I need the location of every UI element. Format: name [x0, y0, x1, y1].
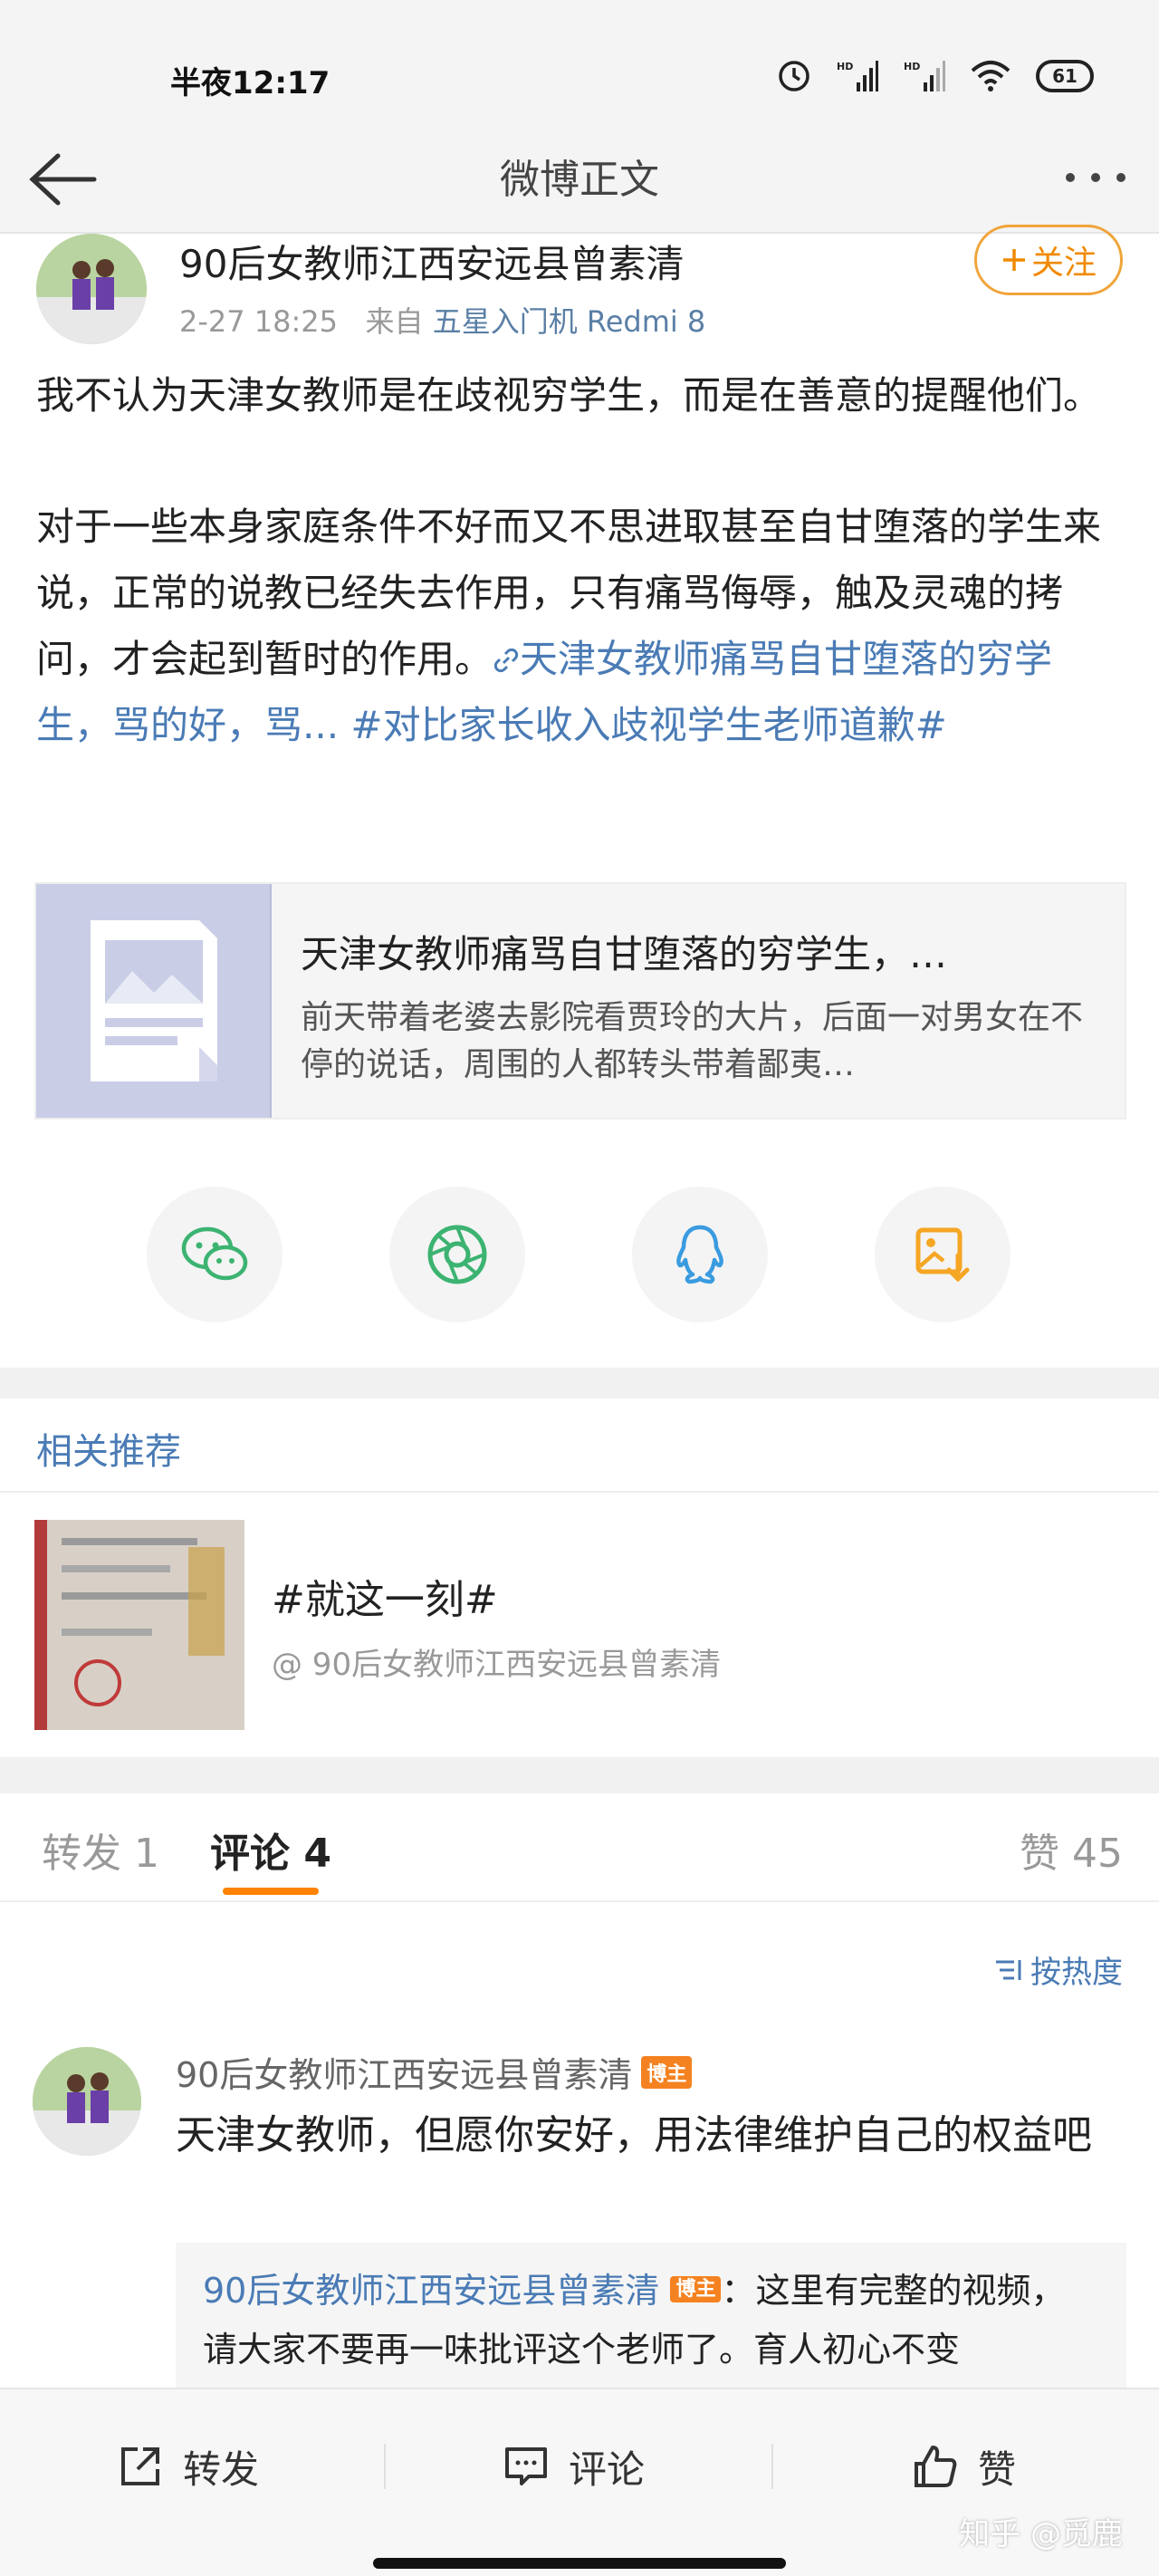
watermark: 知乎 @觅鹿: [959, 2516, 1123, 2552]
author-row: 90后女教师江西安远县曾素清 2-27 18:25 来自 五星入门机 Redmi…: [0, 225, 1159, 351]
wifi-icon: [971, 58, 1011, 94]
link-card[interactable]: 天津女教师痛骂自甘堕落的穷学生，… 前天带着老婆去影院看贾玲的大片，后面一对男女…: [34, 882, 1126, 1120]
link-card-title: 天津女教师痛骂自甘堕落的穷学生，…: [301, 932, 948, 976]
document-icon: [36, 884, 272, 1118]
like-label: 赞: [978, 2446, 1017, 2492]
comment-label: 评论: [569, 2446, 646, 2492]
link-card-description: 前天带着老婆去影院看贾玲的大片，后面一对男女在不停的说话，周围的人都转头带着鄙夷…: [301, 999, 1084, 1083]
post-paragraph: 我不认为天津女教师是在歧视穷学生，而是在善意的提醒他们。: [36, 373, 1102, 418]
sort-label: 按热度: [1030, 1955, 1123, 1991]
status-bar: 半夜12:17 HD HD 61: [0, 0, 1159, 127]
section-divider: [0, 1757, 1159, 1793]
follow-label: 关注: [1030, 245, 1097, 282]
comment-button[interactable]: 评论: [503, 2435, 645, 2498]
divider: [0, 1491, 1159, 1493]
wechat-icon[interactable]: [147, 1187, 283, 1322]
related-author: @ 90后女教师江西安远县曾素清: [272, 1647, 722, 1683]
repost-label: 转发: [183, 2446, 260, 2492]
post-from-label: 来自: [365, 304, 424, 339]
reply-box[interactable]: 90后女教师江西安远县曾素清 博主 ：这里有完整的视频，请大家不要再一味批评这个老…: [176, 2243, 1126, 2402]
post-source[interactable]: 五星入门机 Redmi 8: [433, 304, 706, 339]
divider: [384, 2444, 386, 2489]
qq-icon[interactable]: [632, 1187, 768, 1322]
section-divider: [0, 1368, 1159, 1399]
sort-button[interactable]: 按热度: [994, 1947, 1123, 1992]
save-image-icon[interactable]: [875, 1187, 1011, 1322]
related-thumbnail[interactable]: [34, 1520, 244, 1730]
sort-icon: [996, 1959, 1021, 1980]
post-paragraph: 对于一些本身家庭条件不好而又不思进取甚至自甘堕落的学生来说，正常的说教已经失去作…: [36, 494, 1123, 758]
tab-comment[interactable]: 评论 4: [210, 1821, 331, 1879]
avatar[interactable]: [36, 234, 147, 344]
bottom-bar: 转发 评论 赞 知乎 @觅鹿: [0, 2388, 1159, 2576]
share-row: [0, 1187, 1159, 1322]
author-badge: 博主: [670, 2275, 722, 2302]
comment-author[interactable]: 90后女教师江西安远县曾素清 博主: [176, 2047, 693, 2097]
moments-icon[interactable]: [389, 1187, 525, 1322]
related-title[interactable]: #就这一刻#: [272, 1567, 498, 1625]
tabs: 转发 1 评论 4 赞 45: [0, 1793, 1159, 1902]
svg-text:HD: HD: [837, 61, 853, 72]
battery-icon: 61: [1036, 60, 1094, 92]
alarm-icon: [777, 58, 811, 94]
tab-underline: [223, 1888, 319, 1895]
author-name[interactable]: 90后女教师江西安远县曾素清: [179, 234, 684, 289]
divider: [771, 2444, 773, 2489]
plus-icon: [1002, 249, 1025, 271]
more-dots-icon[interactable]: [1059, 159, 1132, 196]
repost-icon: [121, 2447, 159, 2485]
related-header: 相关推荐: [36, 1431, 181, 1473]
home-indicator[interactable]: [373, 2558, 786, 2569]
status-time: 半夜12:17: [170, 65, 330, 101]
like-button[interactable]: 赞: [913, 2435, 1016, 2498]
comment-text: 天津女教师，但愿你安好，用法律维护自己的权益吧: [176, 2112, 1092, 2158]
svg-text:HD: HD: [904, 61, 920, 72]
tab-like[interactable]: 赞 45: [1020, 1821, 1123, 1879]
link-icon: [493, 648, 519, 673]
avatar[interactable]: [33, 2047, 141, 2156]
tab-repost[interactable]: 转发 1: [42, 1821, 159, 1879]
follow-button[interactable]: 关注: [974, 225, 1123, 295]
post-meta: 2-27 18:25 来自 五星入门机 Redmi 8: [179, 299, 705, 341]
author-badge: 博主: [641, 2055, 693, 2089]
comment-icon: [505, 2447, 547, 2485]
post-body: 我不认为天津女教师是在歧视穷学生，而是在善意的提醒他们。 对于一些本身家庭条件不…: [36, 362, 1123, 758]
signal-hd-icon: HD: [837, 58, 878, 94]
thumbs-up-icon: [915, 2446, 957, 2487]
post-time: 2-27 18:25: [179, 304, 339, 339]
nav-bar: 微博正文: [0, 127, 1159, 234]
comment-author-name: 90后女教师江西安远县曾素清: [176, 2055, 633, 2095]
signal-hd-icon: HD: [904, 58, 945, 94]
reply-author-name[interactable]: 90后女教师江西安远县曾素清: [203, 2271, 659, 2311]
repost-button[interactable]: 转发: [118, 2435, 259, 2498]
page-title: 微博正文: [500, 157, 659, 203]
hashtag-link[interactable]: #对比家长收入歧视学生老师道歉#: [339, 703, 946, 747]
status-icons: HD HD 61: [777, 58, 1094, 94]
